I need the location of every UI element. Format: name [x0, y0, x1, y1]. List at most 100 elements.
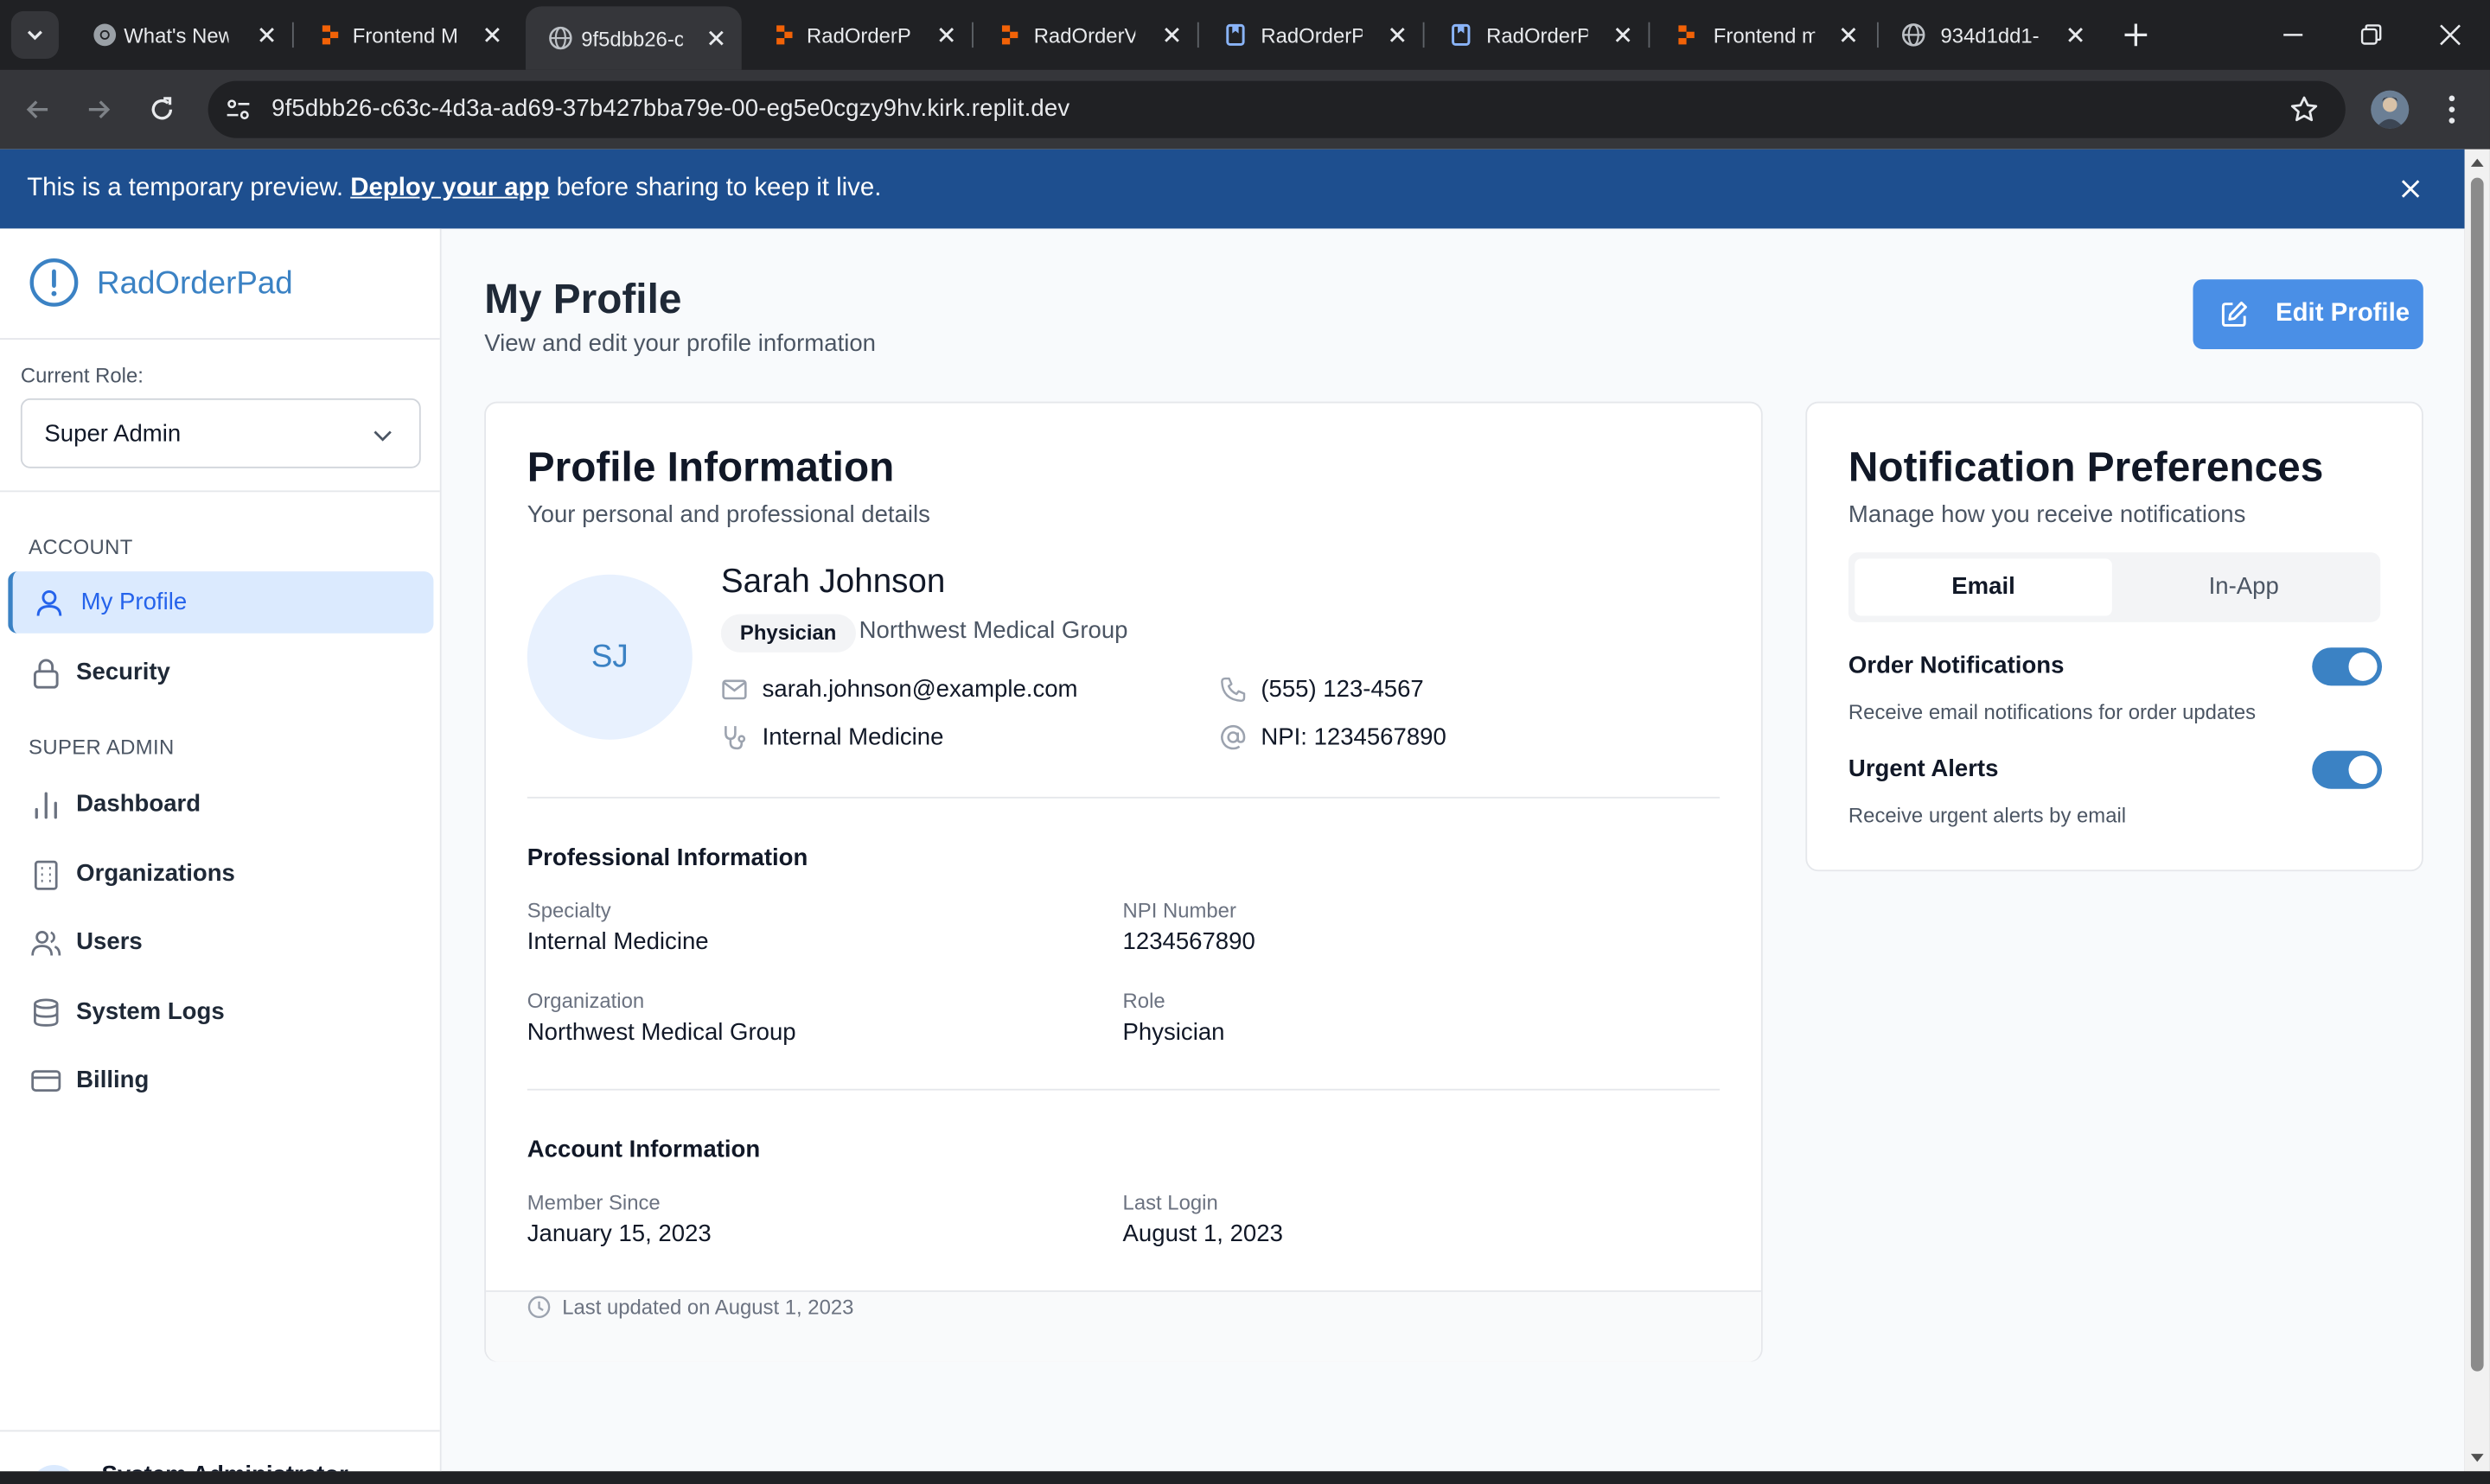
tab-title: RadOrderP — [1261, 22, 1363, 48]
toggle-order-notifications[interactable] — [2312, 647, 2383, 686]
field-label: Member Since — [527, 1190, 661, 1214]
role-select-value: Super Admin — [44, 420, 182, 448]
deploy-link[interactable]: Deploy your app — [350, 175, 549, 201]
card-subtitle: Your personal and professional details — [527, 501, 930, 529]
browser-tab-bar: What's New Frontend M 9f5dbb26-c RadOrde… — [0, 0, 2490, 70]
sidebar-item-dashboard[interactable]: Dashboard — [8, 773, 433, 835]
reload-icon[interactable] — [146, 93, 178, 125]
tab-separator — [291, 22, 294, 48]
email-value: sarah.johnson@example.com — [762, 676, 1078, 704]
tab-title: RadOrderP — [1486, 22, 1588, 48]
browser-toolbar: 9f5dbb26-c63c-4d3a-ad69-37b427bba79e-00-… — [0, 69, 2490, 150]
site-info-icon[interactable] — [224, 95, 252, 124]
more-vert-icon[interactable] — [2436, 92, 2468, 127]
close-tab-icon[interactable] — [706, 29, 725, 48]
sidebar-item-system-logs[interactable]: System Logs — [8, 981, 433, 1043]
browser-profile-avatar[interactable] — [2371, 90, 2410, 129]
pref-desc-urgent-alerts: Receive urgent alerts by email — [1848, 803, 2127, 827]
field-label: NPI Number — [1122, 898, 1236, 922]
card-footer: Last updated on August 1, 2023 — [486, 1290, 1761, 1362]
banner-prefix: This is a temporary preview. — [27, 175, 351, 202]
close-window-icon[interactable] — [2437, 22, 2462, 48]
sidebar-item-my-profile[interactable]: My Profile — [8, 571, 434, 634]
role-select[interactable]: Super Admin — [20, 398, 421, 468]
scrollbar-thumb[interactable] — [2470, 177, 2484, 1372]
page-scrollbar[interactable] — [2464, 149, 2490, 1472]
role-badge: Physician — [720, 614, 856, 653]
sidebar-item-label: Organizations — [76, 860, 235, 888]
sidebar-item-organizations[interactable]: Organizations — [8, 843, 433, 905]
tab-title: Frontend M — [352, 22, 458, 48]
field-value: August 1, 2023 — [1122, 1220, 1283, 1248]
tab-separator — [1648, 22, 1650, 48]
browser-tab[interactable]: RadOrderP — [1201, 11, 1423, 59]
browser-tab[interactable]: Frontend M — [296, 11, 518, 59]
edit-profile-button[interactable]: Edit Profile — [2193, 279, 2423, 350]
brand[interactable]: RadOrderPad — [0, 228, 440, 340]
divider — [0, 1430, 440, 1432]
bookmark-star-icon[interactable] — [2289, 93, 2321, 125]
banner-suffix: before sharing to keep it live. — [549, 175, 882, 202]
scroll-down-icon[interactable] — [2469, 1452, 2485, 1465]
browser-tab[interactable]: Frontend m — [1651, 11, 1874, 59]
alert-circle-logo-icon — [29, 258, 79, 307]
sidebar-item-security[interactable]: Security — [8, 641, 433, 704]
close-tab-icon[interactable] — [1613, 25, 1632, 44]
browser-tab[interactable]: RadOrderP — [750, 11, 972, 59]
close-tab-icon[interactable] — [1388, 25, 1407, 44]
sidebar-item-users[interactable]: Users — [8, 911, 433, 973]
forward-icon[interactable] — [83, 93, 115, 125]
back-icon[interactable] — [22, 93, 54, 125]
chrome-icon — [93, 23, 117, 47]
last-updated-text: Last updated on August 1, 2023 — [562, 1295, 854, 1320]
browser-tab[interactable]: RadOrderV — [975, 11, 1197, 59]
tab-title: 9f5dbb26-c — [581, 26, 683, 50]
field-label: Organization — [527, 989, 645, 1013]
close-tab-icon[interactable] — [1839, 25, 1858, 44]
field-value: Northwest Medical Group — [527, 1018, 796, 1047]
users-icon — [31, 930, 61, 956]
mail-icon — [722, 679, 747, 700]
tab-separator — [1422, 22, 1425, 48]
address-bar[interactable]: 9f5dbb26-c63c-4d3a-ad69-37b427bba79e-00-… — [208, 80, 2346, 138]
chevron-down-icon — [27, 30, 42, 41]
toggle-urgent-alerts[interactable] — [2312, 750, 2383, 789]
close-tab-icon[interactable] — [2066, 25, 2085, 44]
close-tab-icon[interactable] — [258, 25, 277, 44]
tab-email[interactable]: Email — [1855, 558, 2112, 616]
replit-icon — [776, 25, 793, 45]
pref-title-urgent-alerts: Urgent Alerts — [1848, 755, 1999, 783]
sidebar: RadOrderPad Current Role: Super Admin AC… — [0, 228, 442, 1472]
page-subtitle: View and edit your profile information — [484, 329, 876, 358]
close-tab-icon[interactable] — [1162, 25, 1181, 44]
sidebar-user-name: System Administrator — [102, 1462, 348, 1471]
doc-icon — [1226, 23, 1245, 46]
close-tab-icon[interactable] — [937, 25, 956, 44]
tab-in-app[interactable]: In-App — [2115, 558, 2372, 615]
specialty-value: Internal Medicine — [762, 723, 944, 751]
field-value: January 15, 2023 — [527, 1220, 712, 1248]
restore-icon[interactable] — [2358, 22, 2383, 48]
avatar[interactable] — [29, 1464, 78, 1472]
browser-tab[interactable]: RadOrderP — [1426, 11, 1648, 59]
tab-search-button[interactable] — [10, 10, 59, 59]
browser-tab[interactable]: 934d1dd1- — [1879, 11, 2101, 59]
close-tab-icon[interactable] — [482, 25, 501, 44]
profile-information-card: Profile Information Your personal and pr… — [484, 401, 1763, 1362]
field-value: 1234567890 — [1122, 928, 1255, 956]
person-photo-icon — [2375, 97, 2404, 129]
browser-tab-active[interactable]: 9f5dbb26-c — [525, 6, 742, 70]
tab-title: RadOrderP — [807, 22, 911, 48]
tab-title: What's New — [124, 22, 229, 48]
new-tab-icon[interactable] — [2120, 19, 2152, 51]
minimize-icon[interactable] — [2281, 22, 2306, 48]
bar-chart-icon — [35, 792, 57, 819]
sidebar-item-label: Security — [76, 659, 170, 686]
field-label: Last Login — [1122, 1190, 1218, 1214]
sidebar-item-billing[interactable]: Billing — [8, 1049, 433, 1111]
close-icon[interactable] — [2397, 176, 2423, 201]
browser-tab[interactable]: What's New — [70, 11, 292, 59]
scroll-up-icon[interactable] — [2469, 156, 2485, 169]
professional-info-title: Professional Information — [527, 844, 808, 872]
clock-icon — [527, 1296, 551, 1319]
